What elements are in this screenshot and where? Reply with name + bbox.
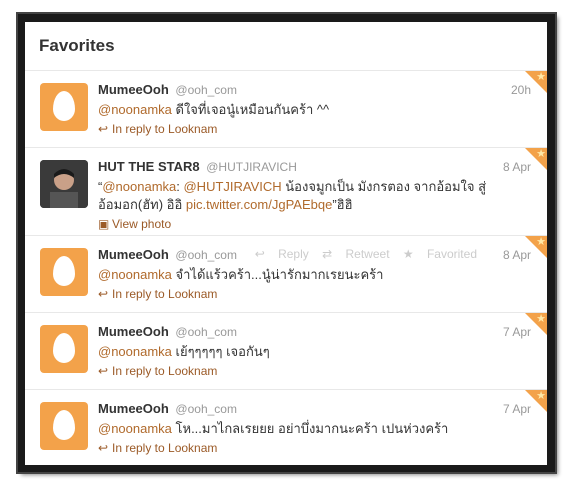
reply-arrow-icon: ↩ [98,122,109,136]
in-reply-to-link[interactable]: ↩ In reply to Looknam [98,286,531,302]
tweet-header: HUT THE STAR8 @HUTJIRAVICH 8 Apr [98,159,531,175]
quote-close: ”ฮิฮิ [332,197,353,212]
egg-icon [53,410,75,440]
avatar[interactable] [40,160,88,208]
view-photo-link[interactable]: ▣ View photo [98,216,531,232]
mention-link[interactable]: @noonamka [98,421,172,436]
tweet-username[interactable]: @ooh_com [175,402,237,416]
in-reply-to-link[interactable]: ↩ In reply to Looknam [98,440,531,456]
mention-link[interactable]: @noonamka [98,102,172,117]
tweet-text: @noonamka จำได้แร้วคร้า...นู๋น่ารักมากเร… [98,266,531,284]
mention-link-2[interactable]: @HUTJIRAVICH [183,179,281,194]
tweet-header: MumeeOoh @ooh_com 7 Apr [98,324,531,340]
tweet-item[interactable]: MumeeOoh @ooh_com 8 Apr @noonamka จำได้แ… [25,236,547,313]
tweet-content: MumeeOoh @ooh_com 20h @noonamka ดีใจที่เ… [98,82,531,137]
context-label: In reply to Looknam [112,287,218,301]
avatar[interactable] [40,325,88,373]
favorited-label: Favorited [426,247,477,261]
page-title: Favorites [39,36,115,55]
tweet-fullname[interactable]: MumeeOoh [98,324,169,339]
reply-arrow-icon: ↩ [98,287,109,301]
tweet-item[interactable]: MumeeOoh @ooh_com 20h @noonamka ดีใจที่เ… [25,71,547,148]
reply-button[interactable]: ↩ Reply [255,247,309,261]
avatar[interactable] [40,248,88,296]
egg-icon [53,91,75,121]
tweet-item[interactable]: MumeeOoh @ooh_com 7 Apr @noonamka เย้ๆๆๆ… [25,313,547,390]
tweet-username[interactable]: @ooh_com [175,248,237,262]
tweet-item[interactable]: HUT THE STAR8 @HUTJIRAVICH 8 Apr “@noona… [25,148,547,236]
favorites-panel: Favorites MumeeOoh @ooh_com 20h @noonamk… [25,22,547,465]
in-reply-to-link[interactable]: ↩ In reply to Looknam [98,363,531,379]
tweet-text: “@noonamka: @HUTJIRAVICH น้องจมูกเป็น มั… [98,178,531,214]
tweet-text: @noonamka ดีใจที่เจอนู๋เหมือนกันคร้า ^^ [98,101,531,119]
tweet-text-body: ดีใจที่เจอนู๋เหมือนกันคร้า ^^ [171,102,330,117]
tweet-content: MumeeOoh @ooh_com 7 Apr @noonamka โห...ม… [98,401,531,456]
context-label: In reply to Looknam [112,364,218,378]
retweet-label: Retweet [345,247,390,261]
in-reply-to-link[interactable]: ↩ In reply to Looknam [98,121,531,137]
reply-label: Reply [278,247,309,261]
tweet-username[interactable]: @HUTJIRAVICH [206,160,297,174]
tweet-username[interactable]: @ooh_com [175,325,237,339]
photo-link[interactable]: pic.twitter.com/JgPAEbqe [186,197,332,212]
tweet-fullname[interactable]: HUT THE STAR8 [98,159,200,174]
tweet-text-body: เย้ๆๆๆๆๆ เจอกันๆ [171,344,270,359]
tweet-content: HUT THE STAR8 @HUTJIRAVICH 8 Apr “@noona… [98,159,531,232]
star-icon: ★ [536,71,546,83]
tweet-text: @noonamka เย้ๆๆๆๆๆ เจอกันๆ [98,343,531,361]
tweet-content: MumeeOoh @ooh_com 7 Apr @noonamka เย้ๆๆๆ… [98,324,531,379]
context-label: In reply to Looknam [112,441,218,455]
star-icon: ★ [536,236,546,248]
panel-header: Favorites [25,22,547,71]
tweet-item[interactable]: MumeeOoh @ooh_com 7 Apr @noonamka โห...ม… [25,390,547,465]
context-label: In reply to Looknam [112,122,218,136]
egg-icon [53,256,75,286]
retweet-button[interactable]: ⇄ Retweet [322,247,389,261]
tweet-header: MumeeOoh @ooh_com 20h [98,82,531,98]
mention-link[interactable]: @noonamka [98,344,172,359]
tweet-fullname[interactable]: MumeeOoh [98,247,169,262]
context-label: View photo [112,217,172,231]
mention-link[interactable]: @noonamka [98,267,172,282]
reply-arrow-icon: ↩ [98,441,109,455]
photo-icon: ▣ [98,217,110,231]
egg-icon [53,333,75,363]
profile-photo [40,160,88,208]
reply-arrow-icon: ↩ [98,364,109,378]
star-icon: ★ [536,148,546,160]
tweet-text: @noonamka โห...มาไกลเรยยย อย่าบึ่งมากนะค… [98,420,531,438]
tweet-header: MumeeOoh @ooh_com 7 Apr [98,401,531,417]
star-icon: ★ [536,313,546,325]
mention-link[interactable]: @noonamka [102,179,176,194]
tweet-actions: ↩ Reply ⇄ Retweet ★ Favorited [245,247,477,261]
tweet-fullname[interactable]: MumeeOoh [98,82,169,97]
star-icon: ★ [536,390,546,402]
tweet-fullname[interactable]: MumeeOoh [98,401,169,416]
avatar[interactable] [40,83,88,131]
tweet-text-body: โห...มาไกลเรยยย อย่าบึ่งมากนะคร้า เปนห่ว… [171,421,449,436]
avatar[interactable] [40,402,88,450]
tweet-text-body: จำได้แร้วคร้า...นู๋น่ารักมากเรยนะคร้า [171,267,384,282]
favorited-button[interactable]: ★ Favorited [403,247,477,261]
tweet-username[interactable]: @ooh_com [175,83,237,97]
